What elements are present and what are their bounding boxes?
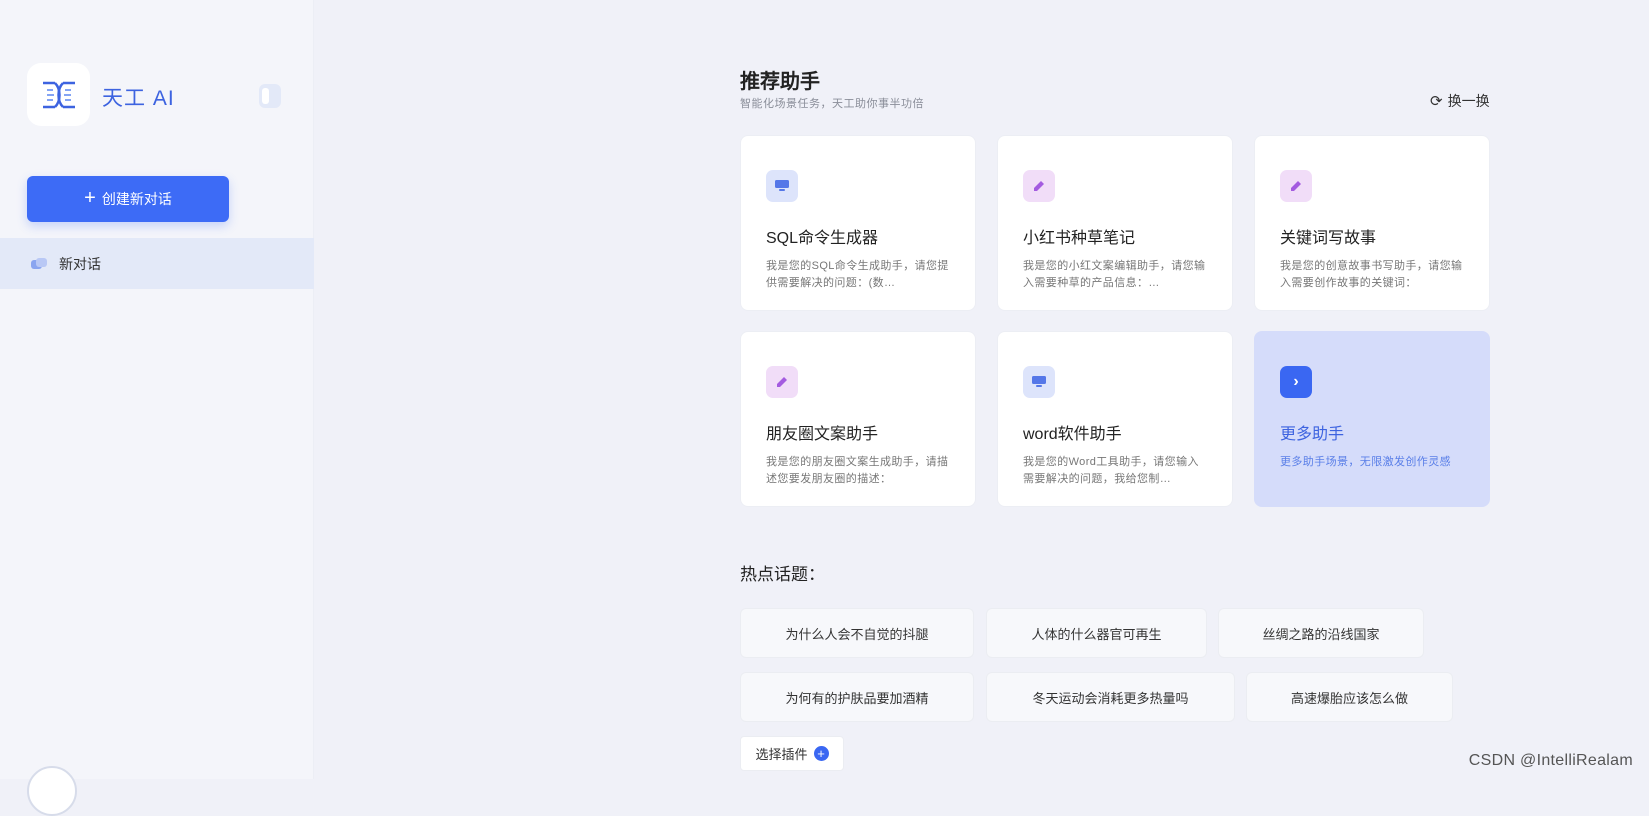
topic-chip[interactable]: 为何有的护肤品要加酒精 [740,672,974,722]
brand-name: 天工 AI [102,87,175,110]
panel-icon [262,88,269,104]
card-description: 我是您的SQL命令生成助手，请您提供需要解决的问题：(数… [766,260,949,289]
assistant-card[interactable]: 关键词写故事 我是您的创意故事书写助手，请您输入需要创作故事的关键词： [1254,135,1490,311]
pen-icon [1023,170,1055,202]
card-description: 我是您的朋友圈文案生成助手，请描述您要发朋友圈的描述： [766,456,949,485]
plugin-label: 选择插件 [755,747,808,762]
pen-icon [1280,170,1312,202]
refresh-button[interactable]: ⟳ 换一换 [1430,91,1490,111]
credit-watermark: CSDN @IntelliRealam [1468,752,1633,769]
monitor-icon [1023,366,1055,398]
new-chat-button[interactable]: + 创建新对话 [27,176,229,222]
card-title: 朋友圈文案助手 [766,426,879,443]
card-description: 我是您的创意故事书写助手，请您输入需要创作故事的关键词： [1280,260,1463,289]
sidebar: 天工 AI + 创建新对话 新对话 [0,0,314,816]
more-assistants-card[interactable]: › 更多助手 更多助手场景，无限激发创作灵感 [1254,331,1490,507]
refresh-label: 换一换 [1447,93,1490,109]
assistant-card[interactable]: word软件助手 我是您的Word工具助手，请您输入需要解决的问题，我给您制… [997,331,1233,507]
topic-chip[interactable]: 人体的什么器官可再生 [986,608,1207,658]
assistant-card[interactable]: 小红书种草笔记 我是您的小红文案编辑助手，请您输入需要种草的产品信息：… [997,135,1233,311]
plus-icon: + [84,187,96,209]
sidebar-toggle-button[interactable] [259,84,281,108]
card-title: 更多助手 [1280,426,1345,443]
avatar[interactable] [27,766,77,816]
tiangong-logo-icon [42,81,75,108]
plus-circle-icon: + [813,746,829,761]
card-title: 关键词写故事 [1280,230,1377,247]
assistant-card[interactable]: 朋友圈文案助手 我是您的朋友圈文案生成助手，请描述您要发朋友圈的描述： [740,331,976,507]
chat-icon [31,257,47,270]
page-title: 推荐助手 [740,71,820,93]
assistant-card[interactable]: SQL命令生成器 我是您的SQL命令生成助手，请您提供需要解决的问题：(数… [740,135,976,311]
sidebar-item-new-chat[interactable]: 新对话 [0,238,314,289]
sidebar-item-label: 新对话 [59,255,101,272]
refresh-icon: ⟳ [1430,93,1443,110]
logo [27,63,90,126]
card-description: 我是您的小红文案编辑助手，请您输入需要种草的产品信息：… [1023,260,1206,289]
card-description: 更多助手场景，无限激发创作灵感 [1280,456,1451,468]
card-title: SQL命令生成器 [766,230,879,247]
monitor-icon [766,170,798,202]
card-description: 我是您的Word工具助手，请您输入需要解决的问题，我给您制… [1023,456,1199,485]
page-subtitle: 智能化场景任务，天工助你事半功倍 [740,98,924,110]
topic-chip[interactable]: 高速爆胎应该怎么做 [1246,672,1453,722]
card-title: word软件助手 [1023,426,1122,443]
card-title: 小红书种草笔记 [1023,230,1136,247]
topic-chip[interactable]: 冬天运动会消耗更多热量吗 [986,672,1235,722]
pen-icon [766,366,798,398]
chevron-right-icon: › [1280,366,1312,398]
hot-topics-title: 热点话题： [740,565,825,584]
topic-chip[interactable]: 为什么人会不自觉的抖腿 [740,608,974,658]
select-plugin-button[interactable]: 选择插件 + [740,736,844,771]
topic-chip[interactable]: 丝绸之路的沿线国家 [1218,608,1424,658]
new-chat-label: 创建新对话 [101,191,172,207]
